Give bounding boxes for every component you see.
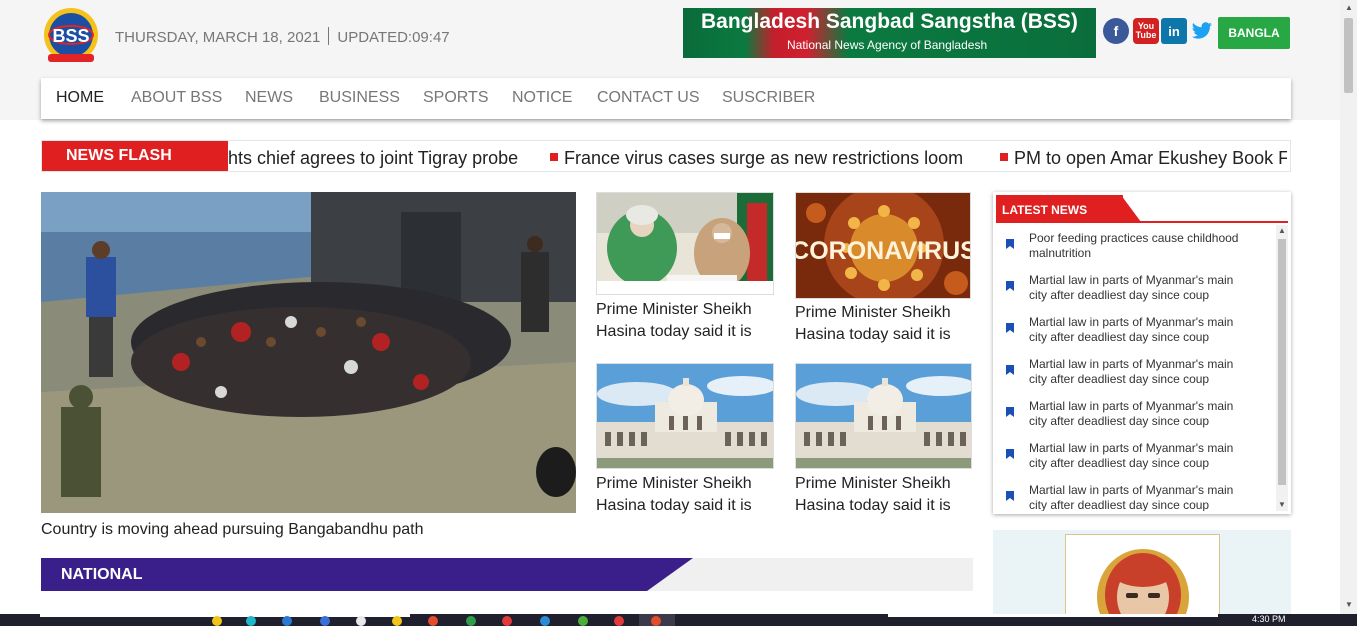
nav-business[interactable]: BUSINESS xyxy=(319,89,400,107)
bullet-icon xyxy=(1000,153,1008,161)
latest-news-underline xyxy=(996,221,1288,223)
taskbar-app-icon[interactable] xyxy=(466,616,476,626)
bookmark-icon xyxy=(1006,323,1014,333)
taskbar-app-icon[interactable] xyxy=(614,616,624,626)
news-flash-item[interactable]: PM to open Amar Ekushey Book Fa xyxy=(1000,148,1287,169)
taskbar-app-icon[interactable] xyxy=(246,616,256,626)
news-flash-ticker: ghts chief agrees to joint Tigray probe … xyxy=(41,140,1291,172)
taskbar-app-icon[interactable] xyxy=(651,616,661,626)
bookmark-icon xyxy=(1006,491,1014,501)
news-flash-label-arrow xyxy=(205,141,227,171)
updated-time: UPDATED:09:47 xyxy=(337,29,450,46)
national-section-arrow xyxy=(647,558,693,591)
story-thumb-caption[interactable]: Prime Minister Sheikh Hasina today said … xyxy=(795,302,971,346)
bookmark-icon xyxy=(1006,239,1014,249)
taskbar-app-icon[interactable] xyxy=(392,616,402,626)
bss-banner[interactable]: Bangladesh Sangbad Sangstha (BSS) Nation… xyxy=(683,8,1096,58)
scroll-down-arrow-icon[interactable]: ▼ xyxy=(1345,600,1353,609)
youtube-icon[interactable]: You Tube xyxy=(1133,18,1159,44)
latest-news-scrollbar[interactable]: ▲ ▼ xyxy=(1276,225,1288,511)
taskbar-app-icon[interactable] xyxy=(212,616,222,626)
latest-news-title: LATEST NEWS xyxy=(996,195,1123,222)
nav-contact-us[interactable]: CONTACT US xyxy=(597,89,700,107)
news-flash-item[interactable]: France virus cases surge as new restrict… xyxy=(550,148,963,169)
national-section-header[interactable]: NATIONAL xyxy=(41,558,973,591)
taskbar-app-icon[interactable] xyxy=(320,616,330,626)
story-thumb-caption[interactable]: Prime Minister Sheikh Hasina today said … xyxy=(596,473,772,517)
news-flash-label: NEWS FLASH xyxy=(42,141,228,171)
bss-logo[interactable]: BSS xyxy=(40,6,103,64)
bookmark-icon xyxy=(1006,407,1014,417)
svg-text:BSS: BSS xyxy=(52,26,89,46)
latest-news-panel: LATEST NEWS Poor feeding practices cause… xyxy=(993,192,1291,514)
main-nav: HOME ABOUT BSS NEWS BUSINESS SPORTS NOTI… xyxy=(41,78,1291,119)
linkedin-icon[interactable]: in xyxy=(1161,18,1187,44)
taskbar-search-box[interactable] xyxy=(40,614,410,617)
latest-news-item[interactable]: Martial law in parts of Myanmar's main c… xyxy=(996,483,1278,511)
nav-notice[interactable]: NOTICE xyxy=(512,89,572,107)
bookmark-icon xyxy=(1006,449,1014,459)
nav-news[interactable]: NEWS xyxy=(245,89,293,107)
latest-news-scroll-thumb[interactable] xyxy=(1278,239,1286,485)
date-line: THURSDAY, MARCH 18, 2021 UPDATED:09:47 xyxy=(115,27,450,46)
latest-news-item[interactable]: Poor feeding practices cause childhood m… xyxy=(996,231,1278,273)
latest-news-item[interactable]: Martial law in parts of Myanmar's main c… xyxy=(996,441,1278,483)
taskbar-app-icon[interactable] xyxy=(356,616,366,626)
supreme-court-thumb-image[interactable] xyxy=(795,363,972,469)
bullet-icon xyxy=(550,153,558,161)
bookmark-icon xyxy=(1006,281,1014,291)
scroll-down-arrow-icon[interactable]: ▼ xyxy=(1278,500,1286,509)
latest-news-list: Poor feeding practices cause childhood m… xyxy=(996,225,1278,511)
coronavirus-thumb-image[interactable]: CORONAVIRUS xyxy=(795,192,971,299)
lead-story-caption[interactable]: Country is moving ahead pursuing Bangaba… xyxy=(41,521,424,539)
page-scrollbar[interactable]: ▲ ▼ xyxy=(1340,0,1357,626)
taskbar-app-icon[interactable] xyxy=(502,616,512,626)
news-flash-item[interactable]: ghts chief agrees to joint Tigray probe xyxy=(228,148,518,169)
taskbar-notification-strip xyxy=(888,614,1218,617)
latest-news-item[interactable]: Martial law in parts of Myanmar's main c… xyxy=(996,399,1278,441)
nav-suscriber[interactable]: SUSCRIBER xyxy=(722,89,815,107)
lead-story-image[interactable] xyxy=(41,192,576,513)
nav-home[interactable]: HOME xyxy=(56,89,104,107)
bookmark-icon xyxy=(1006,365,1014,375)
current-date: THURSDAY, MARCH 18, 2021 xyxy=(115,29,321,46)
twitter-icon[interactable] xyxy=(1189,18,1215,44)
latest-news-item[interactable]: Martial law in parts of Myanmar's main c… xyxy=(996,357,1278,399)
story-thumb-image[interactable] xyxy=(596,192,774,295)
banner-subtitle: National News Agency of Bangladesh xyxy=(787,38,988,52)
taskbar-app-icon[interactable] xyxy=(282,616,292,626)
banner-title: Bangladesh Sangbad Sangstha (BSS) xyxy=(701,10,1078,33)
pm-portrait-box[interactable] xyxy=(993,530,1291,626)
supreme-court-thumb-image[interactable] xyxy=(596,363,774,469)
story-thumb-caption[interactable]: Prime Minister Sheikh Hasina today said … xyxy=(596,299,772,343)
nav-sports[interactable]: SPORTS xyxy=(423,89,489,107)
bangla-language-button[interactable]: BANGLA xyxy=(1218,17,1290,49)
taskbar-app-icon[interactable] xyxy=(428,616,438,626)
national-section-label: NATIONAL xyxy=(41,558,647,591)
facebook-icon[interactable]: f xyxy=(1103,18,1129,44)
page-scroll-thumb[interactable] xyxy=(1344,18,1353,93)
latest-news-item[interactable]: Martial law in parts of Myanmar's main c… xyxy=(996,273,1278,315)
os-taskbar: 4:30 PM xyxy=(0,614,1357,626)
news-flash-track: ghts chief agrees to joint Tigray probe … xyxy=(228,141,1287,171)
scroll-up-arrow-icon[interactable]: ▲ xyxy=(1278,226,1286,235)
story-thumb-caption[interactable]: Prime Minister Sheikh Hasina today said … xyxy=(795,473,971,517)
date-divider xyxy=(328,27,330,45)
coronavirus-image-text: CORONAVIRUS xyxy=(796,237,971,265)
nav-about-bss[interactable]: ABOUT BSS xyxy=(131,89,222,107)
latest-news-item[interactable]: Martial law in parts of Myanmar's main c… xyxy=(996,315,1278,357)
taskbar-app-icon[interactable] xyxy=(540,616,550,626)
taskbar-clock[interactable]: 4:30 PM xyxy=(1252,614,1286,624)
scroll-up-arrow-icon[interactable]: ▲ xyxy=(1345,3,1353,12)
latest-news-title-arrow xyxy=(1121,195,1141,222)
pm-portrait-frame xyxy=(1065,534,1220,626)
taskbar-app-icon[interactable] xyxy=(578,616,588,626)
